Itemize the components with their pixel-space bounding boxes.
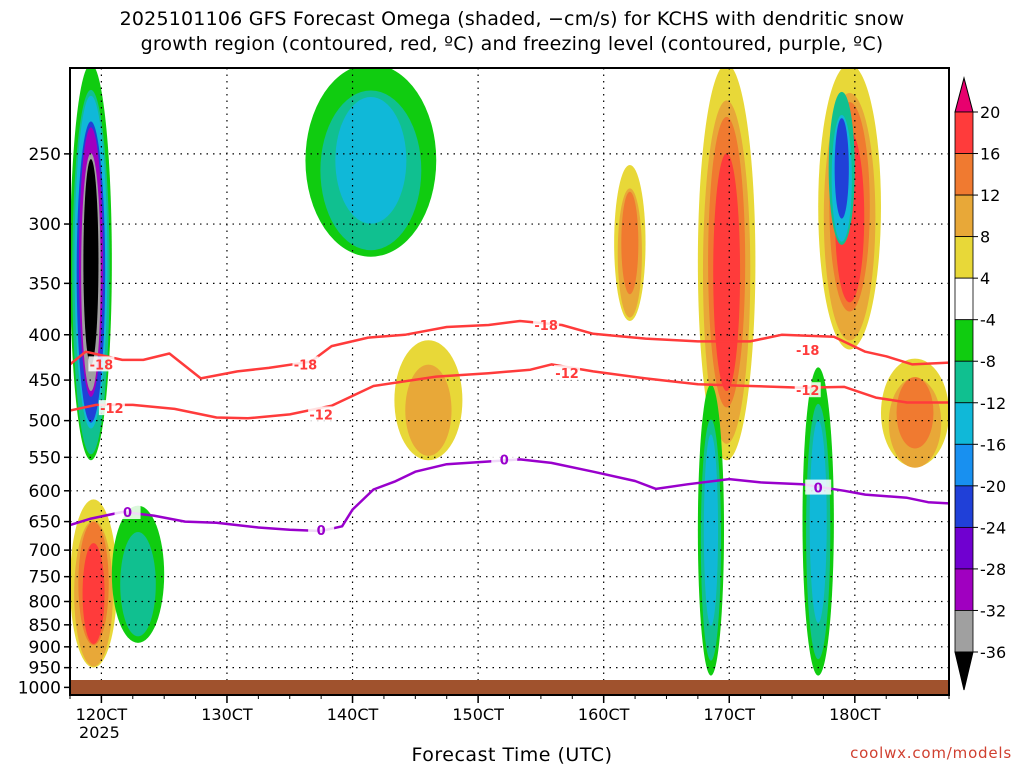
x-tick-label: 160CT xyxy=(578,705,630,724)
colorbar-swatch xyxy=(954,236,974,279)
colorbar-label: 8 xyxy=(980,228,990,247)
y-axis: 2503003504004505005506006507007508008509… xyxy=(18,145,70,698)
colorbar-label: 4 xyxy=(980,269,990,288)
colorbar-label: -24 xyxy=(980,518,1006,537)
colorbar-label: 16 xyxy=(980,145,1000,164)
colorbar-swatch xyxy=(954,443,974,487)
colorbar-swatch xyxy=(954,319,974,362)
contour-label: -12 xyxy=(309,408,333,423)
omega-blob-2-level-1 xyxy=(120,532,156,637)
omega-blob-7-level-2 xyxy=(703,434,719,626)
x-tick-label: 140CT xyxy=(327,705,379,724)
colorbar-label: -32 xyxy=(980,601,1006,620)
contour-label: -18 xyxy=(796,344,820,359)
contour-label: -12 xyxy=(555,367,579,382)
ground-band xyxy=(70,680,949,695)
omega-shading xyxy=(70,68,949,676)
colorbar-top-arrow xyxy=(954,76,974,113)
colorbar-label: -12 xyxy=(980,394,1006,413)
y-tick-label: 1000 xyxy=(18,678,61,698)
x-tick-year-label: 2025 xyxy=(79,723,120,742)
y-tick-label: 350 xyxy=(29,274,61,294)
colorbar-swatch xyxy=(954,277,974,321)
colorbar: 20 16 12 8 4 -4 -8 -12 -16 -20 -24 -28 -32 -36 xyxy=(954,76,1006,691)
omega-blob-5-level-2 xyxy=(621,191,639,295)
credit-text: coolwx.com/models xyxy=(850,744,1012,762)
y-tick-label: 950 xyxy=(29,659,61,679)
colorbar-label: 20 xyxy=(980,103,1000,122)
colorbar-bottom-arrow xyxy=(954,651,974,691)
colorbar-label: -4 xyxy=(980,311,996,330)
x-axis: 120CT2025 130CT 140CT 150CT 160CT 170CT 180CT xyxy=(69,695,950,742)
y-tick-label: 450 xyxy=(29,371,61,391)
colorbar-label: 12 xyxy=(980,186,1000,205)
y-tick-label: 500 xyxy=(29,412,61,432)
colorbar-swatch xyxy=(954,402,974,445)
contour-label: 0 xyxy=(317,524,326,539)
chart-canvas: -18 -18 -18 -18 -12 -12 -12 -12 0 0 0 0 250 300 350 40… xyxy=(18,67,1006,742)
omega-blob-6-level-3 xyxy=(713,153,741,391)
contour-label: -18 xyxy=(90,358,114,373)
colorbar-swatch xyxy=(954,568,974,611)
x-tick-label: 130CT xyxy=(201,705,253,724)
x-tick-label: 170CT xyxy=(704,705,756,724)
contour-label: 0 xyxy=(123,506,132,521)
colorbar-label: -8 xyxy=(980,352,996,371)
colorbar-label: -28 xyxy=(980,560,1006,579)
colorbar-swatch xyxy=(954,360,974,404)
y-tick-label: 900 xyxy=(29,638,61,658)
colorbar-label: -36 xyxy=(980,643,1006,662)
y-tick-label: 550 xyxy=(29,448,61,468)
colorbar-swatch xyxy=(954,485,974,528)
y-tick-label: 400 xyxy=(29,326,61,346)
x-tick-label: 180CT xyxy=(829,705,881,724)
omega-blob-3-level-2 xyxy=(335,97,407,224)
contour-label: -18 xyxy=(534,319,558,334)
contour-label: -18 xyxy=(294,358,318,373)
colorbar-label: -16 xyxy=(980,435,1006,454)
y-tick-label: 250 xyxy=(29,145,61,165)
colorbar-swatch xyxy=(954,526,974,570)
omega-blob-11-level-2 xyxy=(896,377,934,449)
colorbar-swatch xyxy=(954,153,974,196)
x-tick-label: 120CT xyxy=(76,705,128,724)
y-tick-label: 650 xyxy=(29,513,61,533)
contour-label: -12 xyxy=(100,402,124,417)
contour-label: -12 xyxy=(796,384,820,399)
colorbar-swatch xyxy=(954,111,974,154)
omega-blob-9-level-2 xyxy=(834,118,849,219)
omega-blob-1-level-3 xyxy=(82,543,105,645)
colorbar-label: -20 xyxy=(980,477,1006,496)
y-tick-label: 800 xyxy=(29,593,61,613)
y-tick-label: 300 xyxy=(29,215,61,235)
y-tick-label: 750 xyxy=(29,568,61,588)
y-tick-label: 700 xyxy=(29,541,61,561)
contour-label: 0 xyxy=(814,482,823,497)
y-tick-label: 600 xyxy=(29,482,61,502)
contour-label: 0 xyxy=(500,453,509,468)
y-tick-label: 850 xyxy=(29,616,61,636)
x-tick-label: 150CT xyxy=(452,705,504,724)
colorbar-swatch xyxy=(954,610,974,653)
colorbar-swatch xyxy=(954,194,974,238)
